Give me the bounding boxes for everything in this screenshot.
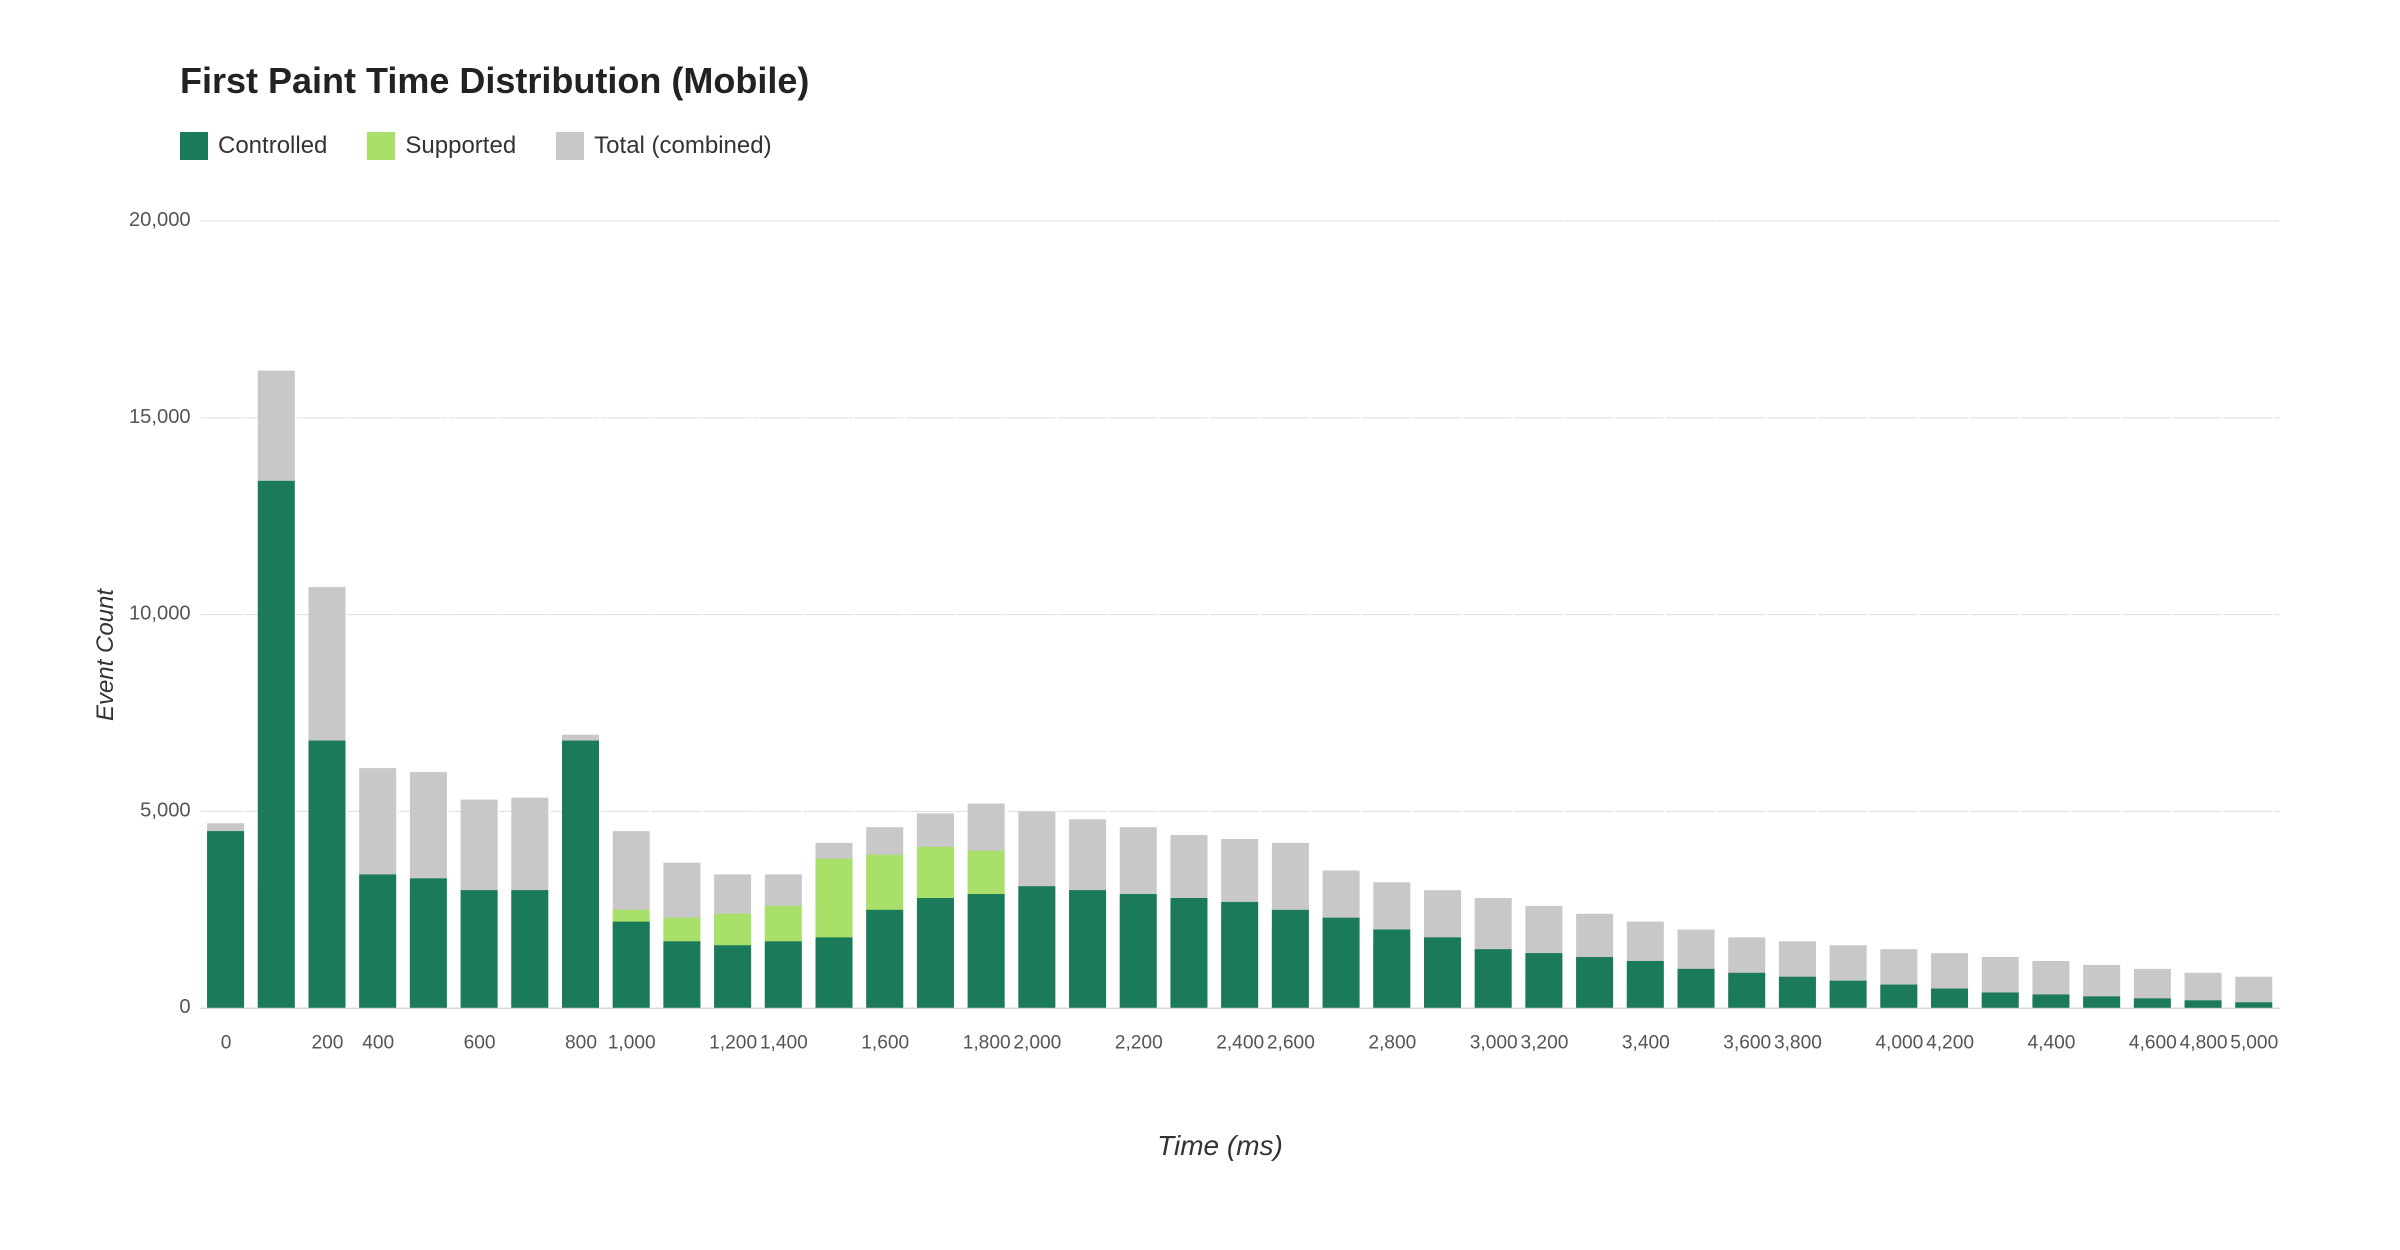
legend-label-controlled: Controlled bbox=[218, 132, 327, 160]
svg-text:2,200: 2,200 bbox=[1115, 1033, 1163, 1054]
svg-text:0: 0 bbox=[221, 1033, 232, 1054]
chart-area: Event Count 05,00010,00015,00020,0000200… bbox=[120, 200, 2320, 1110]
y-axis-label: Event Count bbox=[92, 589, 120, 721]
total-icon bbox=[556, 132, 584, 160]
svg-text:4,200: 4,200 bbox=[1926, 1033, 1974, 1054]
svg-text:1,400: 1,400 bbox=[760, 1033, 808, 1054]
svg-text:3,600: 3,600 bbox=[1723, 1033, 1771, 1054]
svg-text:3,800: 3,800 bbox=[1774, 1033, 1822, 1054]
svg-text:3,200: 3,200 bbox=[1520, 1033, 1568, 1054]
svg-text:5,000: 5,000 bbox=[2230, 1033, 2278, 1054]
chart-title: First Paint Time Distribution (Mobile) bbox=[180, 60, 2320, 102]
supported-icon bbox=[367, 132, 395, 160]
svg-text:1,800: 1,800 bbox=[963, 1033, 1011, 1054]
svg-text:600: 600 bbox=[464, 1033, 496, 1054]
svg-text:4,800: 4,800 bbox=[2180, 1033, 2228, 1054]
svg-text:5,000: 5,000 bbox=[140, 799, 190, 821]
x-axis-label: Time (ms) bbox=[120, 1130, 2320, 1162]
svg-text:4,600: 4,600 bbox=[2129, 1033, 2177, 1054]
svg-text:1,600: 1,600 bbox=[861, 1033, 909, 1054]
svg-text:800: 800 bbox=[565, 1033, 597, 1054]
svg-text:10,000: 10,000 bbox=[129, 603, 191, 625]
legend-label-total: Total (combined) bbox=[594, 132, 771, 160]
chart-legend: Controlled Supported Total (combined) bbox=[180, 132, 2320, 160]
svg-text:1,200: 1,200 bbox=[709, 1033, 757, 1054]
svg-text:4,000: 4,000 bbox=[1875, 1033, 1923, 1054]
svg-text:2,800: 2,800 bbox=[1368, 1033, 1416, 1054]
controlled-icon bbox=[180, 132, 208, 160]
svg-text:400: 400 bbox=[362, 1033, 394, 1054]
svg-text:0: 0 bbox=[179, 996, 190, 1018]
svg-text:2,600: 2,600 bbox=[1267, 1033, 1315, 1054]
svg-text:1,000: 1,000 bbox=[608, 1033, 656, 1054]
legend-label-supported: Supported bbox=[405, 132, 516, 160]
legend-item-controlled: Controlled bbox=[180, 132, 327, 160]
svg-text:20,000: 20,000 bbox=[129, 209, 191, 231]
legend-item-supported: Supported bbox=[367, 132, 516, 160]
svg-text:4,400: 4,400 bbox=[2027, 1033, 2075, 1054]
chart-container: First Paint Time Distribution (Mobile) C… bbox=[0, 0, 2400, 1250]
svg-text:3,000: 3,000 bbox=[1470, 1033, 1518, 1054]
svg-text:200: 200 bbox=[312, 1033, 344, 1054]
chart-svg: 0 5,000 10,000 15,000 20,000 0 200 400 600 800 1,0… bbox=[120, 200, 2320, 1110]
svg-text:3,400: 3,400 bbox=[1622, 1033, 1670, 1054]
svg-text:15,000: 15,000 bbox=[129, 406, 191, 428]
svg-text:2,000: 2,000 bbox=[1013, 1033, 1061, 1054]
svg-text:2,400: 2,400 bbox=[1216, 1033, 1264, 1054]
legend-item-total: Total (combined) bbox=[556, 132, 771, 160]
